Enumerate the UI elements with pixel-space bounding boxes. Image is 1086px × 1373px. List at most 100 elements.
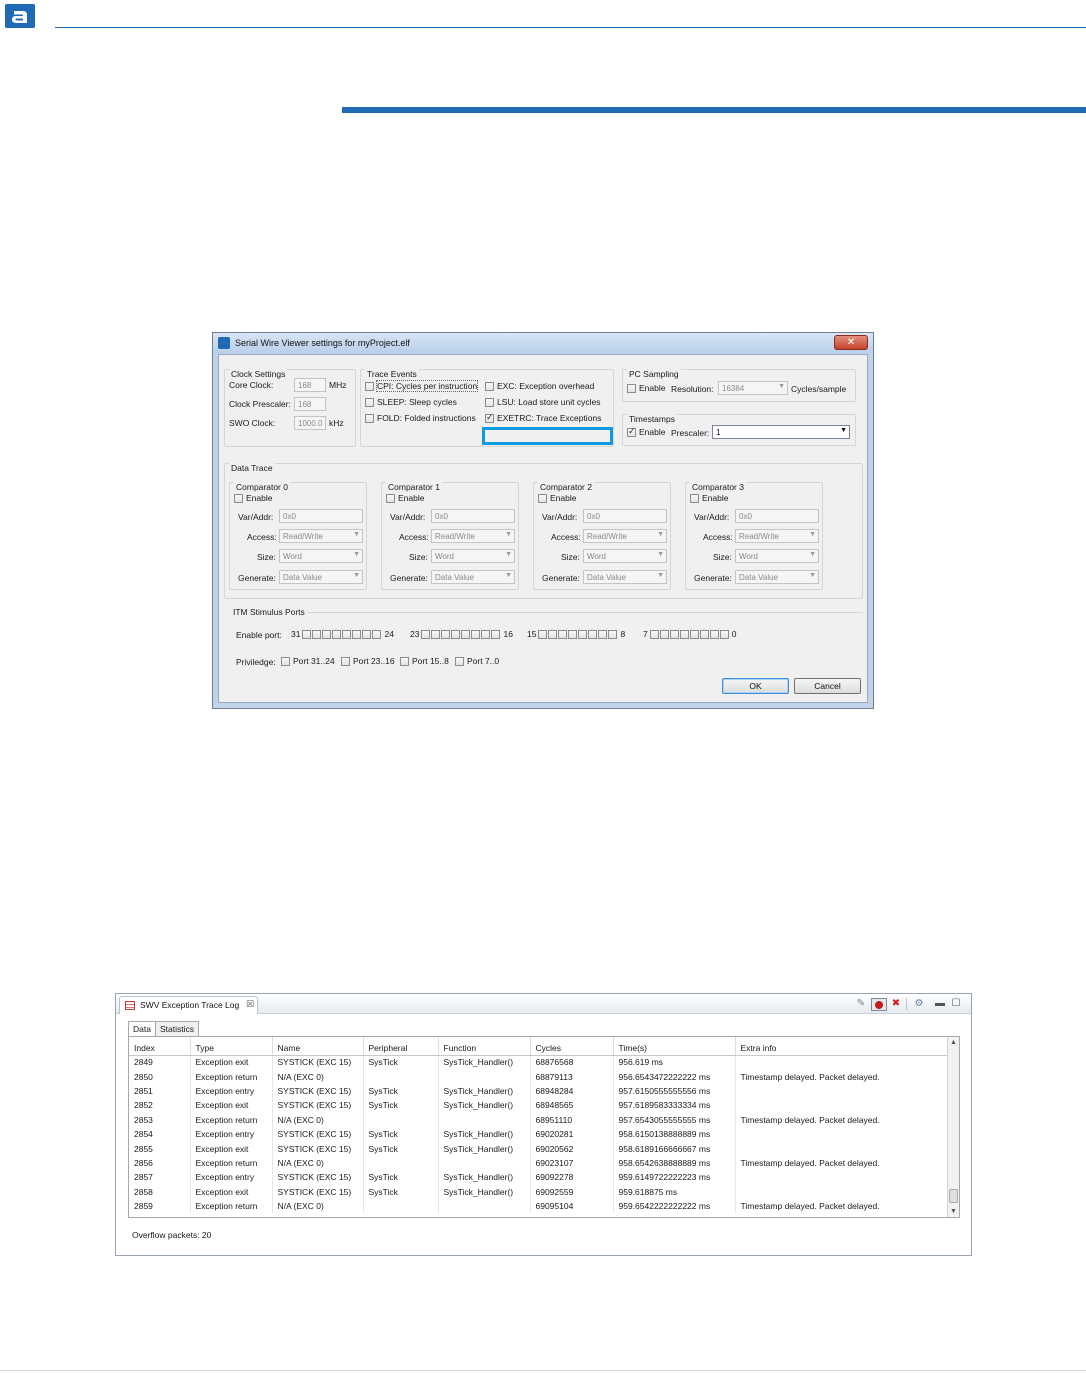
port-checkbox[interactable] [689, 629, 699, 639]
checkbox-box[interactable] [400, 656, 409, 666]
port-checkbox[interactable] [481, 629, 491, 639]
port-checkbox[interactable] [362, 629, 372, 639]
port-checkbox[interactable] [352, 629, 362, 639]
port-checkbox[interactable] [322, 629, 332, 639]
comparator-1-size-select[interactable]: Word ▼ [431, 549, 515, 563]
table-row[interactable]: 2859 Exception return N/A (EXC 0) 69095104 9… [129, 1198, 950, 1214]
table-row[interactable]: 2854 Exception entry SYSTICK (EXC 15) SysTi… [129, 1126, 950, 1142]
column-header[interactable]: Name [272, 1037, 364, 1056]
sleep-checkbox[interactable]: SLEEP: Sleep cycles [365, 397, 457, 407]
comparator-3-generate-select[interactable]: Data Value ▼ [735, 570, 819, 584]
column-header[interactable]: Cycles [530, 1037, 614, 1056]
port-checkbox[interactable] [598, 629, 608, 639]
scroll-up-icon[interactable]: ▲ [950, 1039, 957, 1046]
table-row[interactable]: 2857 Exception entry SYSTICK (EXC 15) SysTi… [129, 1170, 950, 1185]
privilege-port-23-16-checkbox[interactable]: Port 23..16 [341, 656, 395, 666]
comparator-0-generate-select[interactable]: Data Value ▼ [279, 570, 363, 584]
comparator-2-var-field[interactable]: 0x0 [583, 509, 667, 523]
lsu-checkbox[interactable]: LSU: Load store unit cycles [485, 397, 600, 407]
tab-data[interactable]: Data [128, 1021, 156, 1036]
column-header[interactable]: Extra info [735, 1037, 950, 1056]
column-header[interactable]: Function [438, 1037, 531, 1056]
port-checkbox[interactable] [558, 629, 568, 639]
port-checkbox[interactable] [659, 629, 669, 639]
port-checkbox[interactable] [451, 629, 461, 639]
port-checkbox[interactable] [441, 629, 451, 639]
comparator-3-size-select[interactable]: Word ▼ [735, 549, 819, 563]
checkbox-box[interactable] [627, 383, 636, 393]
exetrc-checkbox[interactable]: EXETRC: Trace Exceptions [485, 412, 601, 423]
fold-checkbox[interactable]: FOLD: Folded instructions [365, 413, 476, 423]
table-row[interactable]: 2851 Exception entry SYSTICK (EXC 15) SysTi… [129, 1083, 950, 1099]
comparator-3-var-field[interactable]: 0x0 [735, 509, 819, 523]
record-icon[interactable] [871, 998, 887, 1011]
comparator-2-generate-select[interactable]: Data Value ▼ [583, 570, 667, 584]
scroll-down-icon[interactable]: ▼ [950, 1208, 957, 1215]
remove-icon[interactable]: ✖ [890, 998, 902, 1010]
swo-clock-field[interactable]: 1000.0 [294, 416, 326, 430]
privilege-port-15-8-checkbox[interactable]: Port 15..8 [400, 656, 449, 666]
comparator-0-enable-checkbox[interactable]: Enable [234, 493, 272, 503]
checkbox-box[interactable] [365, 413, 374, 423]
checkbox-box-checked[interactable] [627, 426, 636, 437]
resolution-select[interactable]: 16384 ▼ [718, 381, 788, 395]
column-header[interactable]: Index [129, 1037, 191, 1056]
checkbox-box[interactable] [455, 656, 464, 666]
port-checkbox[interactable] [578, 629, 588, 639]
comparator-1-access-select[interactable]: Read/Write ▼ [431, 529, 515, 543]
scrollbar-thumb[interactable] [949, 1189, 958, 1203]
port-checkbox[interactable] [548, 629, 558, 639]
port-checkbox[interactable] [649, 629, 659, 639]
vertical-scrollbar[interactable]: ▲ ▼ [947, 1037, 959, 1217]
port-checkbox[interactable] [332, 629, 342, 639]
checkbox-box[interactable] [386, 493, 395, 503]
timestamps-enable-checkbox[interactable]: Enable [627, 426, 665, 437]
port-checkbox[interactable] [679, 629, 689, 639]
port-checkbox[interactable] [608, 629, 618, 639]
clock-prescaler-field[interactable]: 168 [294, 397, 326, 411]
close-icon[interactable]: ✕ [834, 335, 868, 350]
comparator-2-size-select[interactable]: Word ▼ [583, 549, 667, 563]
clear-icon[interactable]: ✎ [855, 998, 867, 1010]
timestamps-prescaler-select[interactable]: 1 ▼ [712, 425, 850, 439]
maximize-icon[interactable]: ☐ [950, 998, 962, 1010]
port-checkbox[interactable] [719, 629, 729, 639]
privilege-port-31-24-checkbox[interactable]: Port 31..24 [281, 656, 335, 666]
close-icon[interactable]: ☒ [246, 999, 254, 1010]
port-checkbox[interactable] [342, 629, 352, 639]
ok-button[interactable]: OK [722, 678, 789, 694]
table-row[interactable]: 2849 Exception exit SYSTICK (EXC 15) SysTic… [129, 1055, 950, 1070]
port-checkbox[interactable] [312, 629, 322, 639]
comparator-1-var-field[interactable]: 0x0 [431, 509, 515, 523]
port-checkbox[interactable] [372, 629, 382, 639]
checkbox-box[interactable] [341, 656, 350, 666]
core-clock-field[interactable]: 168 [294, 378, 326, 392]
privilege-port-7-0-checkbox[interactable]: Port 7..0 [455, 656, 499, 666]
checkbox-box[interactable] [485, 381, 494, 391]
checkbox-box[interactable] [234, 493, 243, 503]
table-row[interactable]: 2855 Exception exit SYSTICK (EXC 15) SysTic… [129, 1141, 950, 1156]
comparator-1-enable-checkbox[interactable]: Enable [386, 493, 424, 503]
checkbox-box[interactable] [485, 397, 494, 407]
table-row[interactable]: 2856 Exception return N/A (EXC 0) 69023107 9… [129, 1155, 950, 1171]
port-checkbox[interactable] [699, 629, 709, 639]
cpi-checkbox[interactable]: CPI: Cycles per instruction [365, 380, 479, 392]
port-checkbox[interactable] [302, 629, 312, 639]
pc-sampling-enable-checkbox[interactable]: Enable [627, 383, 665, 393]
configure-icon[interactable]: ⚙ [913, 998, 925, 1010]
port-checkbox[interactable] [471, 629, 481, 639]
column-header[interactable]: Type [190, 1037, 273, 1056]
port-checkbox[interactable] [538, 629, 548, 639]
comparator-3-enable-checkbox[interactable]: Enable [690, 493, 728, 503]
port-checkbox[interactable] [461, 629, 471, 639]
table-row[interactable]: 2853 Exception return N/A (EXC 0) 68951110 9… [129, 1112, 950, 1127]
comparator-3-access-select[interactable]: Read/Write ▼ [735, 529, 819, 543]
port-checkbox[interactable] [431, 629, 441, 639]
view-tab[interactable]: SWV Exception Trace Log ☒ [119, 996, 258, 1014]
port-checkbox[interactable] [421, 629, 431, 639]
checkbox-box[interactable] [365, 381, 374, 391]
column-header[interactable]: Time(s) [613, 1037, 736, 1056]
minimize-icon[interactable]: ▬ [934, 998, 946, 1010]
checkbox-box[interactable] [365, 397, 374, 407]
port-checkbox[interactable] [669, 629, 679, 639]
